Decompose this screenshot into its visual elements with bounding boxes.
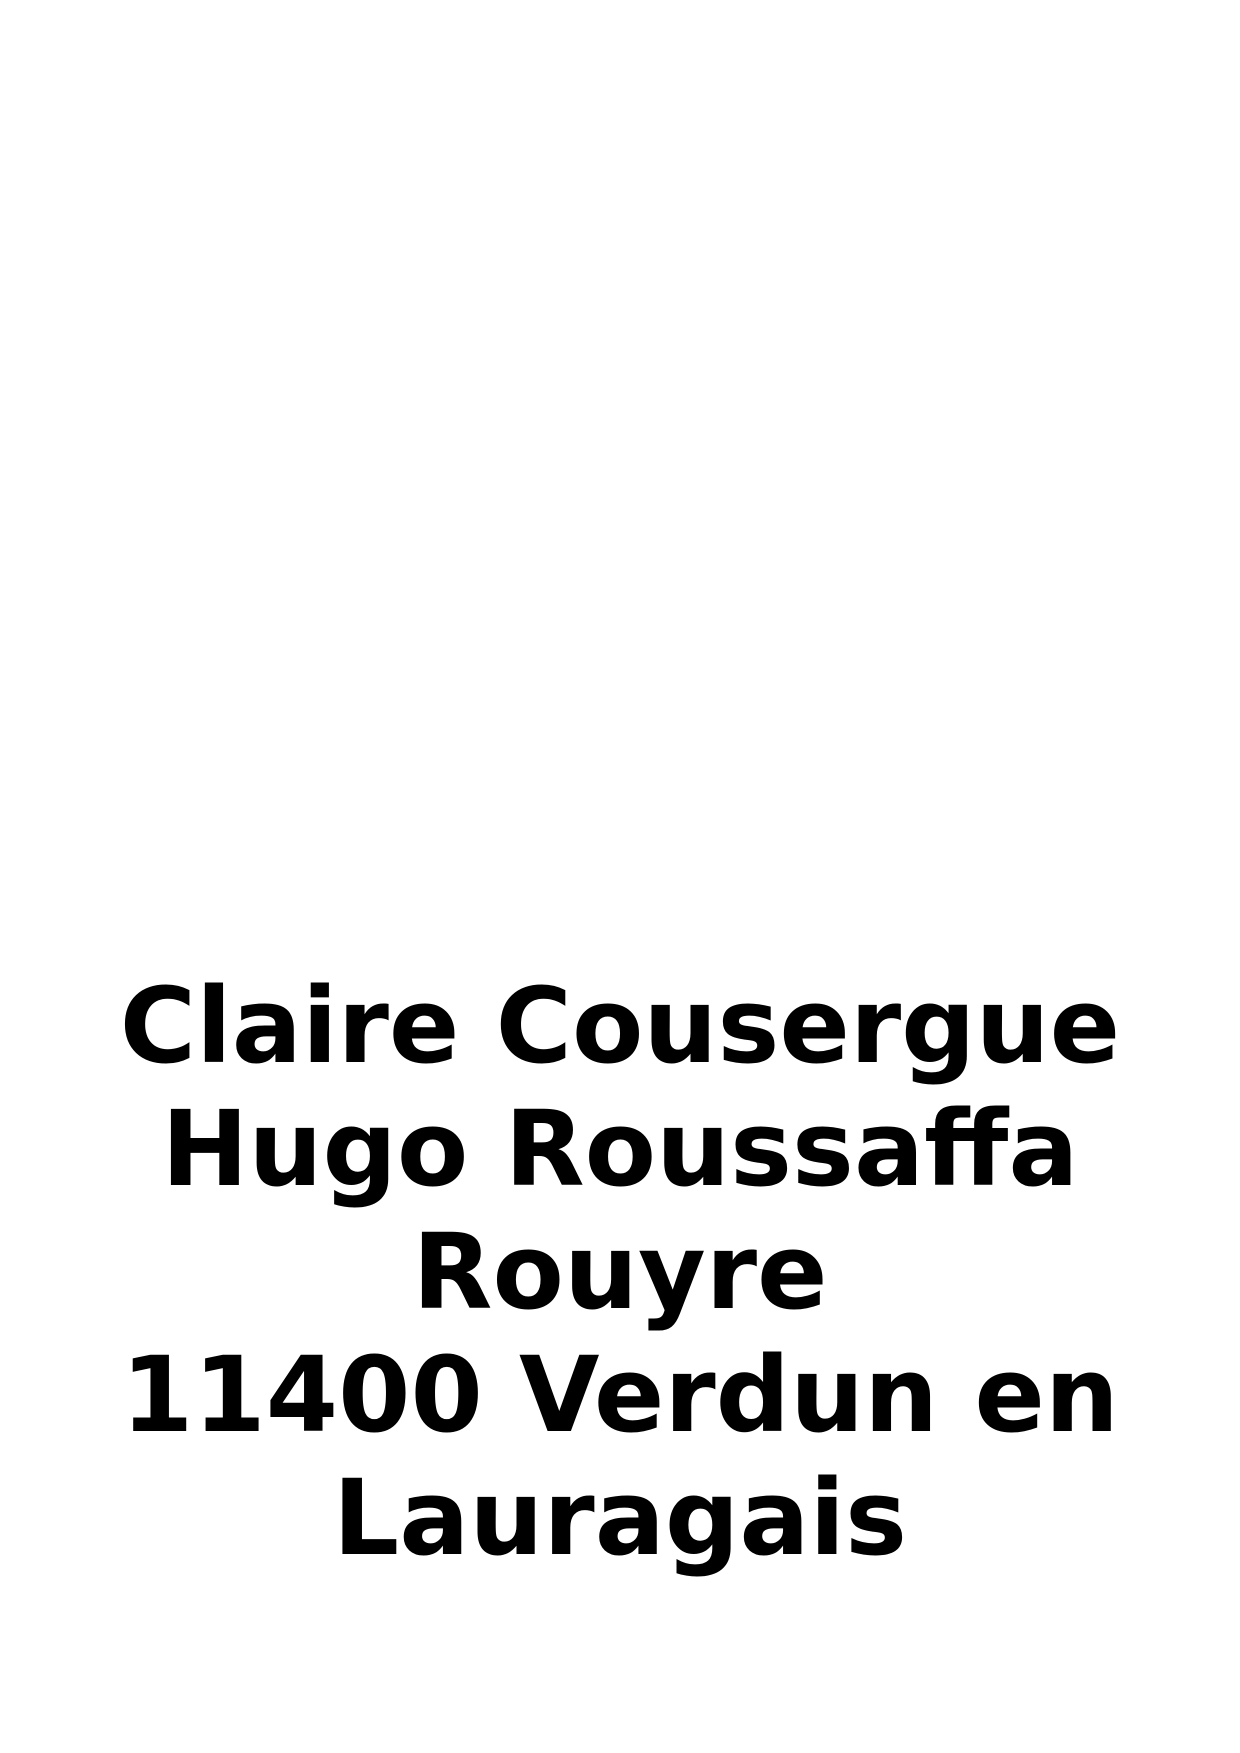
address-line-3: Rouyre xyxy=(412,1211,828,1333)
address-block: Claire Cousergue Hugo Roussaffa Rouyre 1… xyxy=(0,965,1240,1580)
document-page: Claire Cousergue Hugo Roussaffa Rouyre 1… xyxy=(0,0,1240,1753)
address-line-4: 11400 Verdun en xyxy=(121,1334,1119,1456)
address-line-1: Claire Cousergue xyxy=(119,965,1121,1087)
address-line-2: Hugo Roussaffa xyxy=(161,1088,1079,1210)
address-line-5: Lauragais xyxy=(332,1457,908,1579)
